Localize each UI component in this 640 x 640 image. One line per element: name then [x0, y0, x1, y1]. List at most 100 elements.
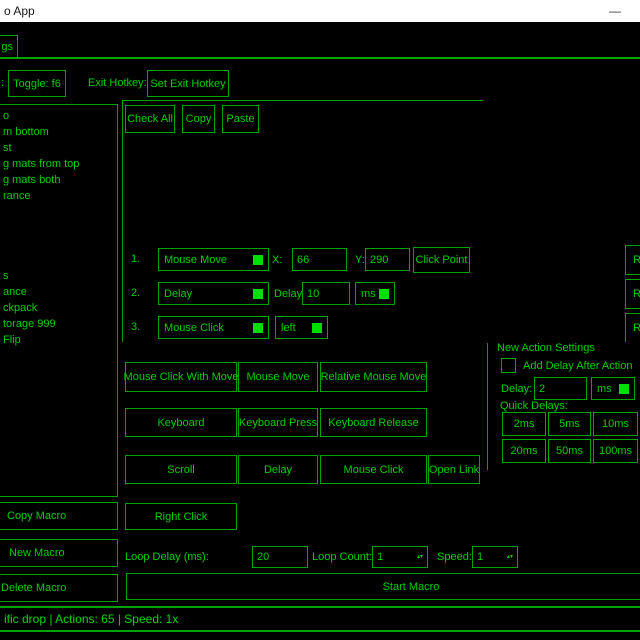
status-bar: ific drop | Actions: 65 | Speed: 1x: [0, 606, 640, 632]
menu-divider: [0, 57, 640, 59]
dropdown-indicator-icon: [253, 323, 263, 333]
unit-value: ms: [361, 288, 376, 300]
action-number: 3.: [131, 321, 140, 333]
nas-delay-label: Delay:: [501, 383, 532, 396]
copy-button[interactable]: Copy: [182, 105, 215, 133]
loop-delay-input[interactable]: [252, 546, 308, 568]
add-scroll-button[interactable]: Scroll: [125, 455, 237, 484]
toggle-hotkey-button[interactable]: Toggle: f6: [8, 70, 66, 97]
check-all-button[interactable]: Check All: [125, 105, 175, 133]
nas-unit-dropdown[interactable]: ms: [591, 377, 635, 400]
add-right-click-button[interactable]: Right Click: [125, 503, 237, 530]
copy-macro-button[interactable]: Copy Macro: [0, 502, 118, 530]
add-keyboard-button[interactable]: Keyboard: [125, 408, 237, 437]
click-point-button[interactable]: Click Point: [413, 247, 470, 273]
action-type-value: Mouse Move: [164, 254, 227, 266]
macro-list-item[interactable]: ance: [3, 284, 117, 300]
new-action-settings-title: New Action Settings: [497, 342, 595, 355]
add-open-link-button[interactable]: Open Link: [428, 455, 480, 484]
loop-count-stepper[interactable]: 1 ▴▾: [372, 546, 428, 568]
dropdown-indicator-icon: [312, 323, 322, 333]
macro-list[interactable]: om bottomstg mats from topg mats bothran…: [0, 104, 118, 497]
title-bar: o App —: [0, 0, 640, 22]
action-row: 2. Delay Delay ms R: [122, 281, 640, 307]
macro-list-item[interactable]: s: [3, 268, 117, 284]
macro-list-item[interactable]: [3, 220, 117, 236]
app-window: o App — gs : Toggle: f6 Exit Hotkey: Set…: [0, 0, 640, 640]
tab-settings[interactable]: gs: [0, 35, 18, 58]
set-exit-hotkey-button[interactable]: Set Exit Hotkey: [147, 70, 229, 97]
start-macro-button[interactable]: Start Macro: [126, 573, 640, 600]
nas-delay-input[interactable]: [534, 377, 587, 400]
action-row: 3. Mouse Click left R: [122, 315, 640, 341]
nas-unit-value: ms: [597, 383, 612, 395]
macro-list-item[interactable]: o: [3, 108, 117, 124]
action-type-value: Delay: [164, 288, 192, 300]
quick-delay-10ms-button[interactable]: 10ms: [593, 412, 638, 436]
action-type-value: Mouse Click: [164, 322, 224, 334]
macro-list-item[interactable]: rance: [3, 188, 117, 204]
status-text: ific drop | Actions: 65 | Speed: 1x: [0, 612, 178, 626]
macro-list-item[interactable]: [3, 236, 117, 252]
loop-count-value: 1: [377, 551, 383, 563]
speed-stepper[interactable]: 1 ▴▾: [472, 546, 518, 568]
macro-list-item[interactable]: Flip: [3, 332, 117, 348]
delay-label: Delay: [274, 288, 302, 301]
action-type-dropdown[interactable]: Delay: [158, 282, 269, 305]
unit-dropdown[interactable]: ms: [355, 282, 395, 305]
quick-delay-5ms-button[interactable]: 5ms: [548, 412, 591, 436]
paste-button[interactable]: Paste: [222, 105, 259, 133]
add-mouse-move-button[interactable]: Mouse Move: [238, 362, 318, 392]
action-type-dropdown[interactable]: Mouse Move: [158, 248, 269, 271]
minimize-button[interactable]: —: [595, 0, 635, 22]
action-type-dropdown[interactable]: Mouse Click: [158, 316, 269, 339]
delay-input[interactable]: [302, 282, 350, 305]
stepper-arrows-icon[interactable]: ▴▾: [507, 555, 513, 560]
macro-list-item[interactable]: st: [3, 140, 117, 156]
speed-value: 1: [477, 551, 483, 563]
new-macro-button[interactable]: New Macro: [0, 539, 118, 567]
quick-delay-2ms-button[interactable]: 2ms: [502, 412, 546, 436]
window-title: o App: [4, 4, 35, 18]
mouse-button-value: left: [281, 322, 296, 334]
remove-action-button[interactable]: R: [625, 279, 640, 309]
y-input[interactable]: [365, 248, 410, 271]
remove-action-button[interactable]: R: [625, 245, 640, 275]
stepper-arrows-icon[interactable]: ▴▾: [417, 555, 423, 560]
dropdown-indicator-icon: [619, 384, 629, 394]
macro-list-item[interactable]: g mats both: [3, 172, 117, 188]
add-keyboard-press-button[interactable]: Keyboard Press: [238, 408, 318, 437]
dropdown-indicator-icon: [253, 255, 263, 265]
add-mouse-click-with-move-button[interactable]: Mouse Click With Move: [125, 362, 237, 392]
mouse-button-dropdown[interactable]: left: [275, 316, 328, 339]
add-delay-after-action-checkbox[interactable]: [501, 358, 516, 373]
quick-delay-20ms-button[interactable]: 20ms: [502, 439, 546, 463]
y-label: Y:: [355, 254, 365, 267]
quick-delay-50ms-button[interactable]: 50ms: [548, 439, 591, 463]
new-action-settings-border: [487, 343, 488, 470]
exit-hotkey-label: Exit Hotkey:: [88, 77, 147, 90]
macro-list-item[interactable]: torage 999: [3, 316, 117, 332]
add-delay-after-action-label: Add Delay After Action: [523, 360, 632, 373]
add-keyboard-release-button[interactable]: Keyboard Release: [320, 408, 427, 437]
action-number: 1.: [131, 253, 140, 265]
macro-list-item[interactable]: [3, 252, 117, 268]
macro-list-item[interactable]: [3, 204, 117, 220]
add-relative-mouse-move-button[interactable]: Relative Mouse Move: [320, 362, 427, 392]
add-delay-button[interactable]: Delay: [238, 455, 318, 484]
action-row: 1. Mouse Move X: Y: Click Point R: [122, 247, 640, 273]
macro-list-item[interactable]: ckpack: [3, 300, 117, 316]
add-mouse-click-button[interactable]: Mouse Click: [320, 455, 427, 484]
delete-macro-button[interactable]: Delete Macro: [0, 574, 118, 602]
dropdown-indicator-icon: [253, 289, 263, 299]
remove-action-button[interactable]: R: [625, 313, 640, 342]
loop-count-label: Loop Count:: [312, 551, 372, 564]
quick-delay-100ms-button[interactable]: 100ms: [593, 439, 638, 463]
actions-panel: Check All Copy Paste 1. Mouse Move X: Y:…: [122, 100, 640, 342]
dropdown-indicator-icon: [379, 289, 389, 299]
macro-list-item[interactable]: g mats from top: [3, 156, 117, 172]
toggle-hotkey-label: :: [1, 77, 4, 90]
x-input[interactable]: [292, 248, 347, 271]
speed-label: Speed:: [437, 551, 472, 564]
macro-list-item[interactable]: m bottom: [3, 124, 117, 140]
